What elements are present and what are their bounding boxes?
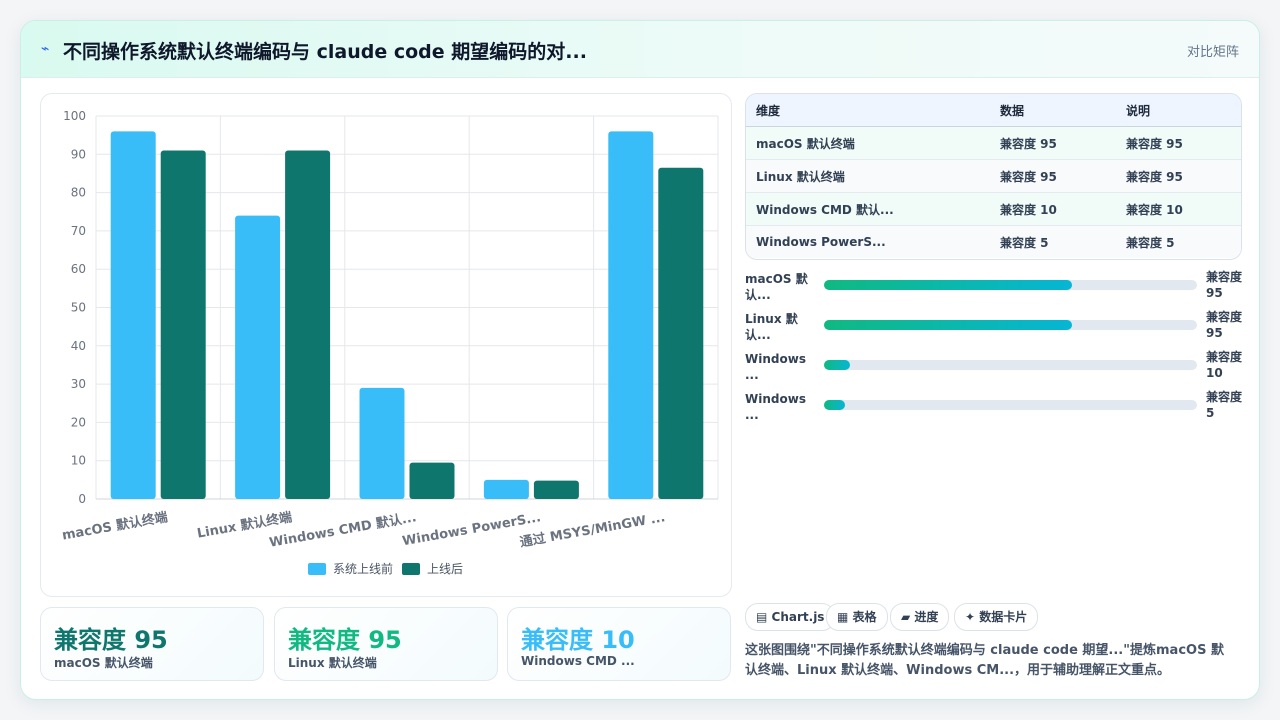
legend-swatch [402,563,420,575]
y-tick-label: 70 [71,224,86,238]
x-tick-label: macOS 默认终端 [61,509,169,543]
stat-label: macOS 默认终端 [54,656,153,670]
bar [359,387,405,499]
tag-progress[interactable]: ▰ 进度 [890,603,950,631]
y-tick-label: 60 [71,262,86,276]
bar [160,150,206,499]
progress-row: macOS 默认... 兼容度 95 [745,270,1242,307]
legend-swatch [308,563,326,575]
progress-fill [824,280,1073,290]
progress-value: 兼容度 10 [1206,350,1243,380]
progress-fill [824,360,851,370]
table-cell: 兼容度 10 [1116,192,1241,226]
tag-table[interactable]: ▦ 表格 [826,603,888,631]
bar [608,131,654,499]
table-header-cell: 数据 [990,94,1116,127]
stat-card: 兼容度 95 Linux 默认终端 [274,607,498,681]
progress-track [824,400,1197,410]
description-text: 这张图围绕"不同操作系统默认终端编码与 claude code 期望..."提炼… [745,643,1224,678]
y-tick-label: 50 [71,301,86,315]
bar-chart: 0102030405060708090100macOS 默认终端 Linux 默认… [61,109,719,576]
stat-card: 兼容度 95 macOS 默认终端 [40,607,264,681]
main-card: ⌁ 不同操作系统默认终端编码与 claude code 期望编码的对... 对比… [20,20,1260,700]
table-cell: 兼容度 95 [1116,126,1241,160]
y-tick-label: 80 [71,186,86,200]
tag-label: 数据卡片 [979,610,1028,624]
table-cell: 兼容度 95 [990,159,1116,193]
page-title: 不同操作系统默认终端编码与 claude code 期望编码的对... [63,41,587,63]
header-bar: ⌁ 不同操作系统默认终端编码与 claude code 期望编码的对... 对比… [21,21,1259,78]
progress-row: Linux 默认... 兼容度 95 [745,310,1242,347]
stat-card: 兼容度 10 Windows CMD ... [507,607,731,681]
legend-label: 系统上线前 [333,561,393,576]
table-row: Linux 默认终端 兼容度 95 兼容度 95 [746,159,1241,193]
table-cell: 兼容度 10 [990,192,1116,226]
bar [658,167,704,499]
y-tick-label: 90 [71,147,86,161]
progress-label: Windows ... [745,392,806,422]
table-header-row: 维度 数据 说明 [746,94,1241,127]
table-cell: 兼容度 95 [990,126,1116,160]
progress-value: 兼容度 95 [1206,310,1243,340]
view-mode-label[interactable]: 对比矩阵 [1187,41,1239,60]
progress-track [824,280,1197,290]
bar [533,480,579,499]
progress-row: Windows ... 兼容度 5 [745,390,1242,427]
table-header-cell: 说明 [1116,94,1241,127]
progress-value: 兼容度 95 [1206,270,1243,300]
progress-label: Linux 默认... [745,312,798,342]
y-tick-label: 100 [63,109,86,123]
table-row: Windows CMD 默认... 兼容度 10 兼容度 10 [746,192,1241,226]
tag-chart[interactable]: ▤ Chart.js [745,603,836,631]
tag-label: Chart.js [771,610,825,624]
progress-row: Windows ... 兼容度 10 [745,350,1242,387]
progress-track [824,360,1197,370]
data-table: 维度 数据 说明 macOS 默认终端 兼容度 95 兼容度 95 Linux … [745,93,1242,260]
tag-label: 表格 [852,610,877,624]
progress-label: Windows ... [745,352,806,382]
sparkle-icon: ✦ [965,610,976,624]
table-cell: macOS 默认终端 [746,126,990,160]
table-cell: 兼容度 5 [990,225,1116,258]
chart-icon: ▤ [756,610,768,624]
bar [483,479,529,499]
stat-value: 兼容度 95 [288,626,402,654]
bar-chart-panel: 0 10 20 30 40 50 60 70 80 90 100 macOS 默认终端 Linux 默认… [40,93,732,597]
bar [409,462,455,499]
table-header-cell: 维度 [746,94,990,127]
stat-value: 兼容度 10 [521,626,635,654]
progress-label: macOS 默认... [745,272,808,302]
bar [235,215,281,499]
stat-label: Linux 默认终端 [288,656,377,670]
bar [110,131,156,499]
stat-value: 兼容度 95 [54,626,168,654]
table-row: Windows PowerS... 兼容度 5 兼容度 5 [746,225,1241,258]
stat-label: Windows CMD ... [521,654,635,668]
progress-fill [824,400,845,410]
table-row: macOS 默认终端 兼容度 95 兼容度 95 [746,126,1241,160]
table-cell: Linux 默认终端 [746,159,990,193]
table-cell: Windows PowerS... [746,225,990,258]
tag-sparkle[interactable]: ✦ 数据卡片 [954,603,1039,631]
progress-fill [824,320,1073,330]
progress-icon: ▰ [901,610,911,624]
table-cell: 兼容度 95 [1116,159,1241,193]
tag-label: 进度 [914,610,939,624]
table-cell: 兼容度 5 [1116,225,1241,258]
bar [285,150,331,499]
table-icon: ▦ [837,610,849,624]
y-tick-label: 10 [71,454,86,468]
progress-track [824,320,1197,330]
table-cell: Windows CMD 默认... [746,192,990,226]
y-tick-label: 40 [71,339,86,353]
progress-value: 兼容度 5 [1206,390,1243,420]
pulse-icon: ⌁ [41,41,50,57]
x-tick-label: 通过 MSYS/MinGW ... [519,509,667,550]
y-tick-label: 20 [71,415,86,429]
y-tick-label: 30 [71,377,86,391]
y-tick-label: 0 [78,492,86,506]
legend-label: 上线后 [427,562,463,576]
